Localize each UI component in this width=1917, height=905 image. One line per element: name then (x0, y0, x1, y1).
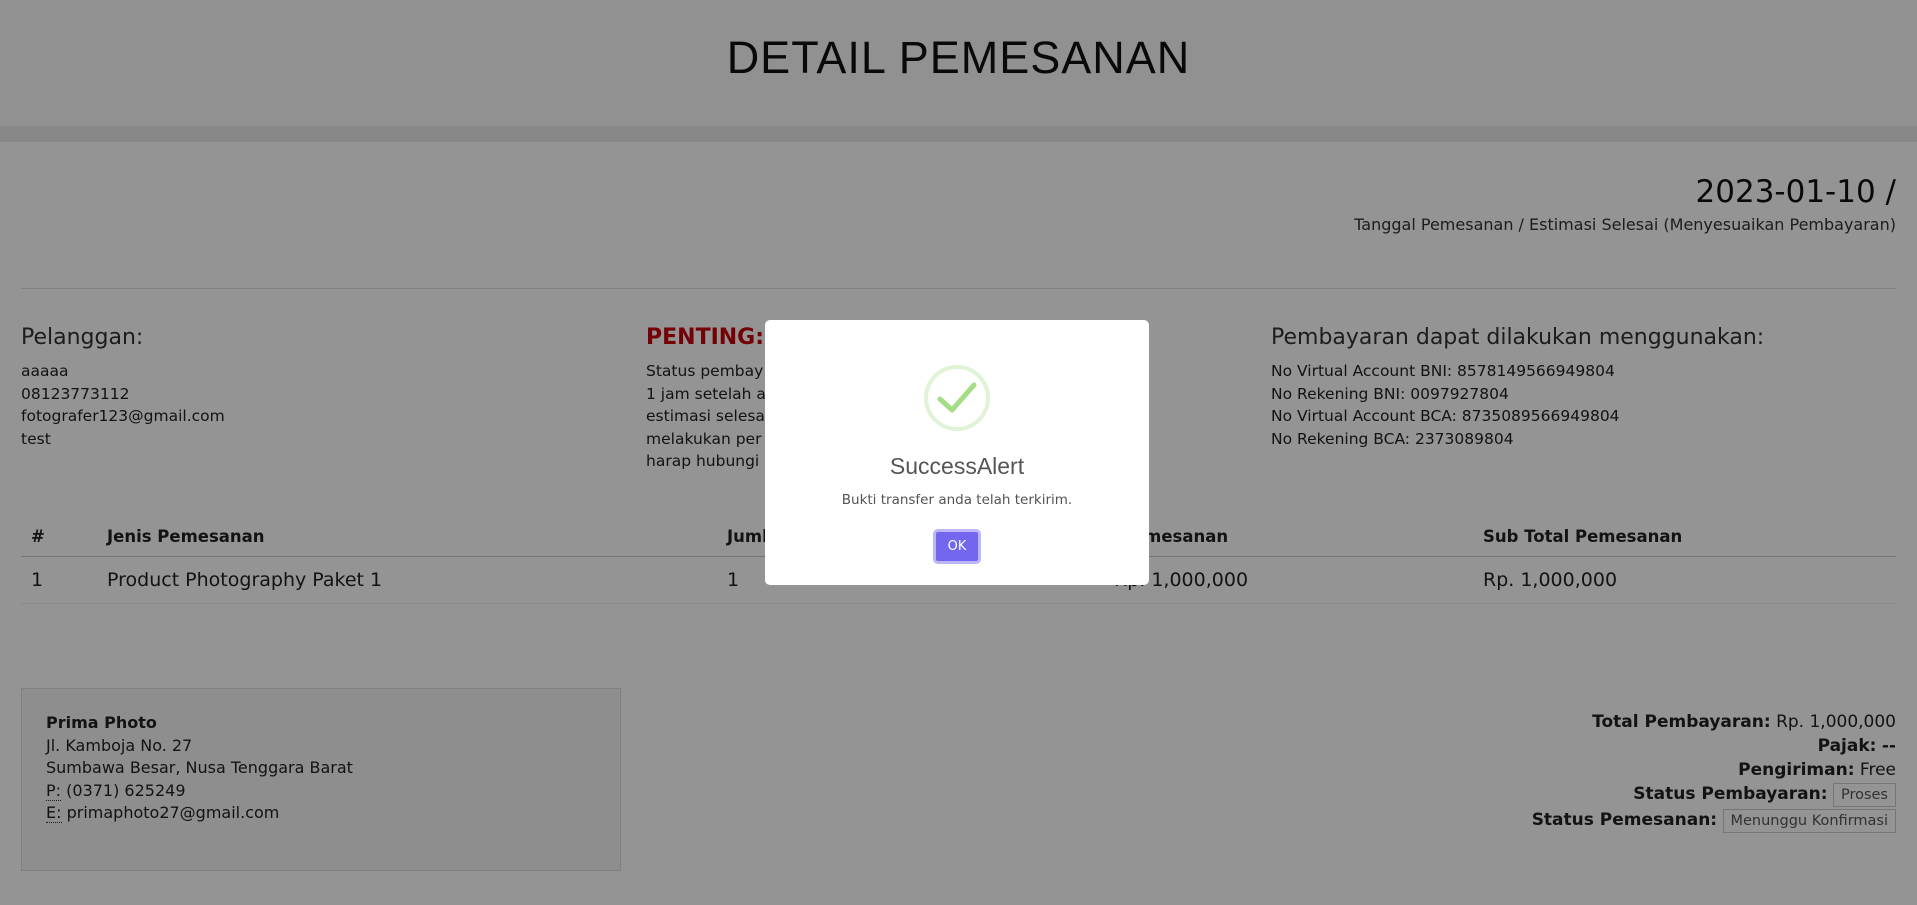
dialog-message: Bukti transfer anda telah terkirim. (841, 492, 1073, 508)
success-alert-dialog: SuccessAlert Bukti transfer anda telah t… (765, 320, 1149, 585)
checkmark-icon (924, 365, 990, 431)
dialog-title: SuccessAlert (889, 453, 1025, 479)
ok-button[interactable]: OK (932, 529, 982, 564)
